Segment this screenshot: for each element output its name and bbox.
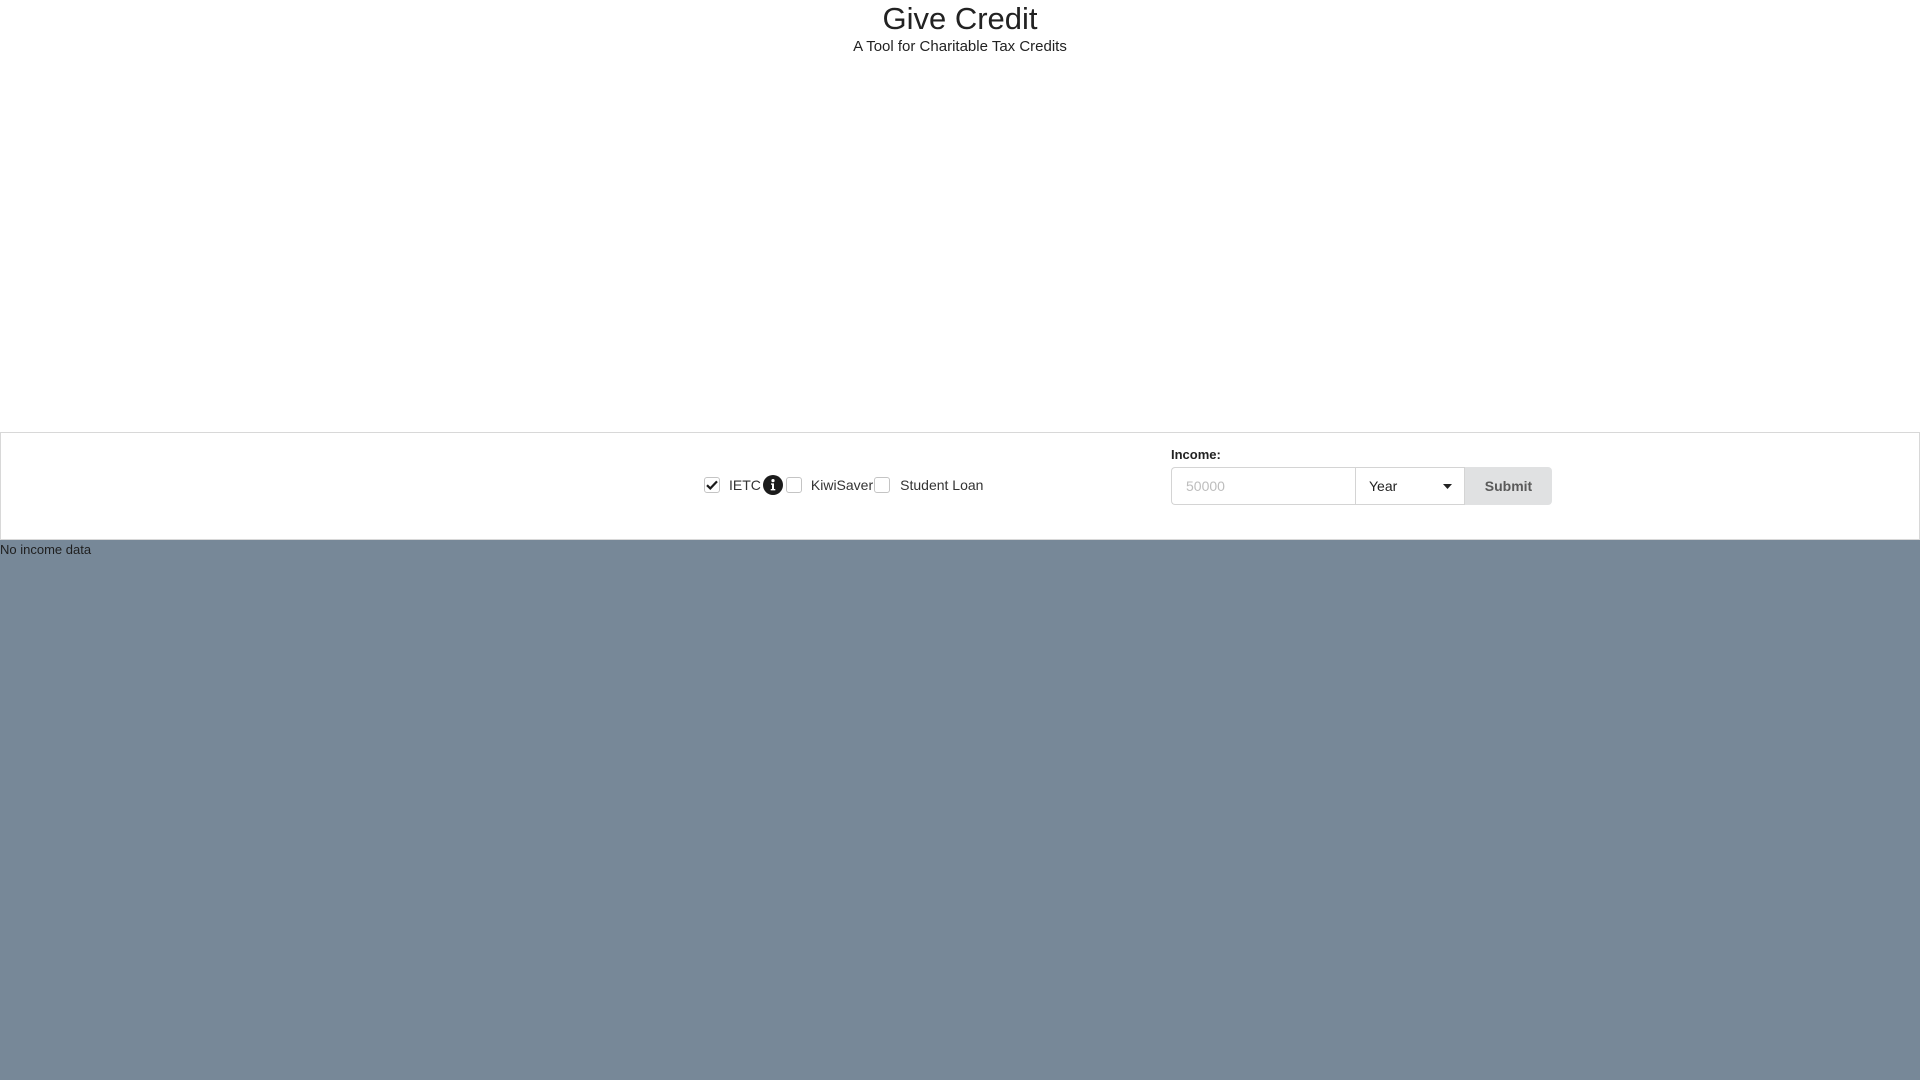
- info-icon[interactable]: [762, 475, 783, 495]
- page-title: Give Credit: [882, 1, 1038, 36]
- empty-results-message: No income data: [0, 542, 92, 557]
- period-dropdown[interactable]: Year: [1355, 467, 1465, 505]
- kiwisaver-checkbox[interactable]: [785, 477, 802, 493]
- page: Give Credit A Tool for Charitable Tax Cr…: [0, 0, 1920, 1080]
- period-selected-value: Year: [1369, 478, 1398, 494]
- income-input[interactable]: [1171, 467, 1355, 505]
- submit-button[interactable]: Submit: [1465, 467, 1552, 505]
- income-row: Year Submit: [1171, 467, 1552, 505]
- ietc-checkbox[interactable]: [704, 477, 720, 493]
- results-panel: No income data: [0, 540, 1920, 1080]
- ietc-label: IETC: [729, 477, 761, 493]
- page-subtitle: A Tool for Charitable Tax Credits: [853, 38, 1067, 55]
- caret-down-icon: [1443, 483, 1452, 489]
- kiwisaver-label: KiwiSaver: [810, 477, 874, 493]
- income-label: Income:: [1171, 447, 1221, 462]
- income-form: Income: Year Submit: [1171, 447, 1552, 505]
- student-loan-checkbox[interactable]: [874, 477, 891, 493]
- checkmark-icon: [706, 480, 718, 490]
- header: Give Credit A Tool for Charitable Tax Cr…: [0, 0, 1920, 58]
- options-toolbar: IETC KiwiSaver Student Loan Income: Year: [0, 432, 1920, 540]
- student-loan-label: Student Loan: [900, 477, 984, 493]
- credit-options: IETC KiwiSaver Student Loan: [704, 473, 983, 497]
